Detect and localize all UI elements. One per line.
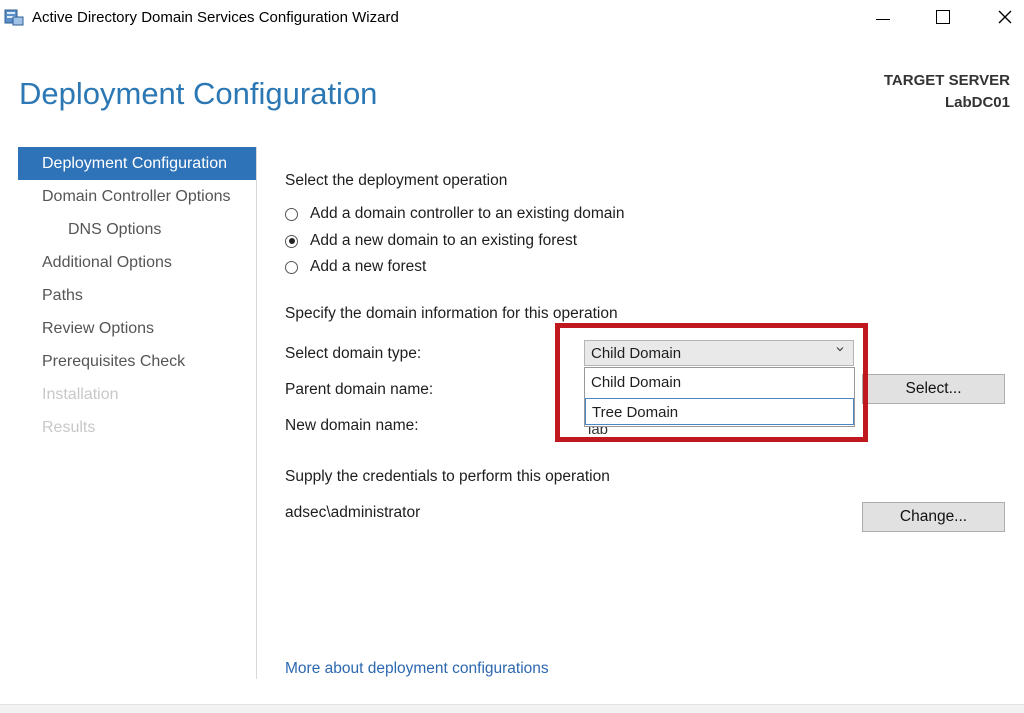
parent-domain-label: Parent domain name: bbox=[285, 381, 434, 398]
radio-button[interactable] bbox=[285, 260, 298, 274]
close-button[interactable] bbox=[982, 0, 1024, 34]
target-server-label: TARGET SERVER bbox=[883, 72, 1010, 89]
server-wizard-icon bbox=[4, 8, 24, 26]
maximize-button[interactable] bbox=[920, 0, 966, 34]
radio-button[interactable] bbox=[285, 207, 298, 221]
minimize-button[interactable] bbox=[860, 0, 906, 34]
sidebar-item-prerequisites-check[interactable]: Prerequisites Check bbox=[18, 345, 256, 378]
sidebar-item-dns-options[interactable]: DNS Options bbox=[18, 213, 256, 246]
sidebar-item-review-options[interactable]: Review Options bbox=[18, 312, 256, 345]
more-about-deployment-link[interactable]: More about deployment configurations bbox=[285, 660, 549, 678]
radio-add-new-domain[interactable]: Add a new domain to an existing forest bbox=[285, 230, 577, 252]
radio-label: Add a new domain to an existing forest bbox=[310, 232, 578, 249]
sidebar-item-paths[interactable]: Paths bbox=[18, 279, 256, 312]
chevron-down-icon bbox=[835, 344, 845, 357]
dropdown-option-child-domain[interactable]: Child Domain bbox=[585, 369, 854, 396]
window-title: Active Directory Domain Services Configu… bbox=[32, 9, 399, 26]
domain-type-dropdown-list: Child Domain Tree Domain bbox=[584, 367, 855, 427]
sidebar-item-additional-options[interactable]: Additional Options bbox=[18, 246, 256, 279]
radio-add-new-forest[interactable]: Add a new forest bbox=[285, 256, 426, 278]
minimize-icon bbox=[876, 18, 890, 20]
radio-label: Add a new forest bbox=[310, 258, 427, 275]
domain-type-select[interactable]: Child Domain bbox=[584, 340, 854, 366]
radio-label: Add a domain controller to an existing d… bbox=[310, 205, 625, 222]
domain-type-selected-value: Child Domain bbox=[591, 345, 682, 362]
maximize-icon bbox=[936, 10, 950, 24]
select-parent-domain-button[interactable]: Select... bbox=[862, 374, 1005, 404]
dropdown-option-tree-domain[interactable]: Tree Domain bbox=[585, 398, 854, 425]
radio-button-checked[interactable] bbox=[285, 234, 298, 248]
page-title: Deployment Configuration bbox=[19, 76, 378, 111]
domain-info-heading: Specify the domain information for this … bbox=[285, 305, 618, 322]
sidebar-divider bbox=[256, 147, 257, 679]
change-credentials-button[interactable]: Change... bbox=[862, 502, 1005, 532]
wizard-steps-sidebar: Deployment Configuration Domain Controll… bbox=[18, 147, 256, 444]
sidebar-item-results: Results bbox=[42, 419, 96, 436]
close-icon bbox=[998, 10, 1012, 24]
new-domain-label: New domain name: bbox=[285, 417, 419, 434]
credentials-user: adsec\administrator bbox=[285, 504, 421, 521]
title-bar: Active Directory Domain Services Configu… bbox=[0, 0, 1024, 36]
sidebar-item-domain-controller-options[interactable]: Domain Controller Options bbox=[18, 180, 256, 213]
credentials-heading: Supply the credentials to perform this o… bbox=[285, 468, 610, 485]
sidebar-item-deployment-configuration[interactable]: Deployment Configuration bbox=[18, 147, 256, 180]
sidebar-item-installation: Installation bbox=[42, 386, 119, 403]
radio-add-domain-controller[interactable]: Add a domain controller to an existing d… bbox=[285, 203, 625, 225]
target-server-name: LabDC01 bbox=[944, 94, 1010, 111]
domain-type-label: Select domain type: bbox=[285, 345, 422, 362]
operation-heading: Select the deployment operation bbox=[285, 172, 508, 189]
